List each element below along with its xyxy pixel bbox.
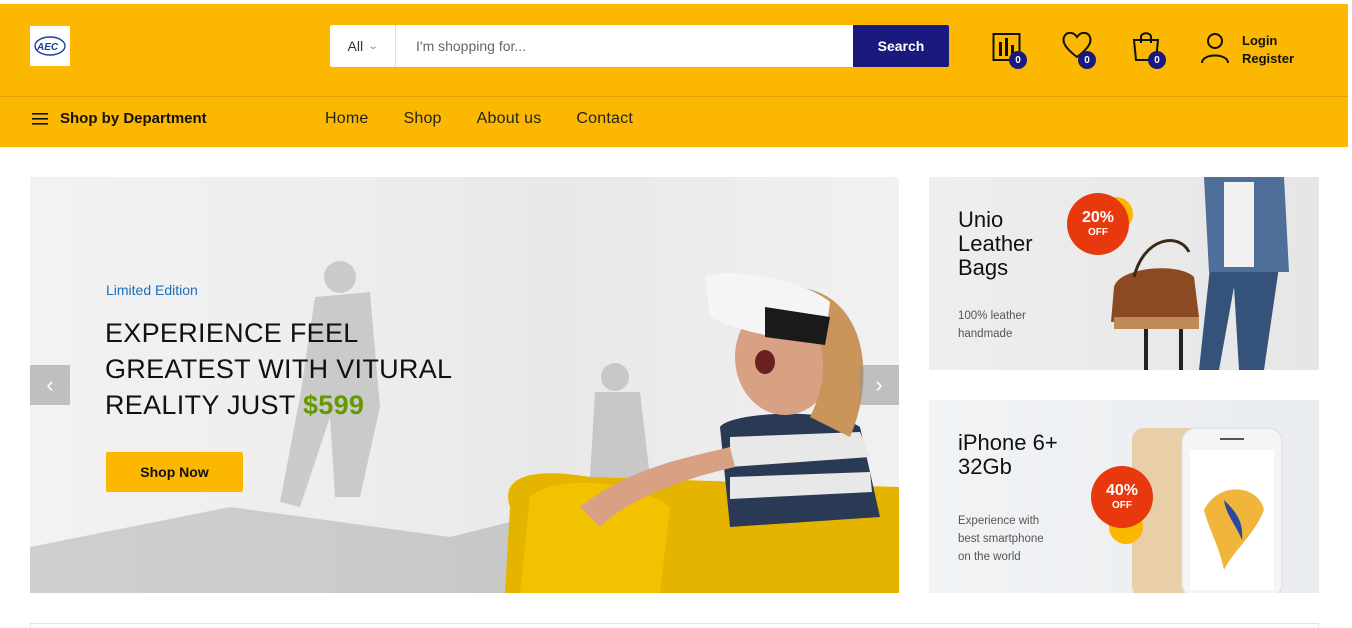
promo-banner-leather-bags[interactable]: 20% OFF Unio Leather Bags 100% leather h…	[929, 177, 1319, 370]
promo-title: iPhone 6+ 32Gb	[958, 431, 1058, 479]
chevron-right-icon: ›	[875, 372, 883, 397]
promo-desc-line-2: handmade	[958, 328, 1013, 340]
main-menu: Home Shop About us Contact	[325, 110, 633, 128]
nav-item-shop[interactable]: Shop	[403, 110, 441, 128]
hero-tag: Limited Edition	[106, 282, 198, 298]
hero-title-line-1: EXPERIENCE FEEL	[105, 318, 359, 348]
hero-title: EXPERIENCE FEEL GREATEST WITH VITURAL RE…	[105, 315, 485, 423]
search-input[interactable]	[396, 25, 853, 67]
search-category-value: All	[347, 38, 364, 54]
cart-count-badge: 0	[1148, 51, 1166, 69]
promo-desc-line-1: 100% leather	[958, 310, 1026, 322]
nav-item-contact[interactable]: Contact	[576, 110, 633, 128]
nav-item-about-us[interactable]: About us	[477, 110, 542, 128]
logo-mark-icon: AEC	[34, 36, 66, 56]
hero-price: $599	[302, 390, 365, 420]
page-gutter	[1348, 0, 1352, 628]
compare-count-badge: 0	[1009, 51, 1027, 69]
slider-prev-button[interactable]: ‹	[30, 365, 70, 405]
promo-desc-line-1: Experience with	[958, 515, 1040, 527]
account-area: Login Register	[1200, 32, 1294, 68]
promo-desc-line-2: best smartphone	[958, 533, 1044, 545]
search-bar: All ⌄ Search	[330, 25, 949, 67]
leather-bag-image	[1111, 177, 1289, 370]
account-links: Login Register	[1242, 32, 1294, 68]
promo-title: Unio Leather Bags	[958, 208, 1033, 280]
discount-badge: 40% OFF	[1091, 466, 1153, 528]
register-link[interactable]: Register	[1242, 50, 1294, 68]
search-button[interactable]: Search	[853, 25, 949, 67]
chevron-left-icon: ‹	[46, 372, 54, 397]
logo-text: AEC	[36, 42, 59, 53]
discount-badge: 20% OFF	[1067, 193, 1129, 255]
hero-slider: Limited Edition EXPERIENCE FEEL GREATEST…	[30, 177, 899, 593]
hamburger-menu-icon	[32, 112, 48, 125]
promo-banner-iphone[interactable]: 40% OFF iPhone 6+ 32Gb Experience with b…	[929, 400, 1319, 593]
discount-percent: 40%	[1105, 482, 1139, 499]
user-icon[interactable]	[1200, 32, 1230, 64]
hero-title-line-3: REALITY JUST	[105, 390, 296, 420]
hero-title-line-2: GREATEST WITH VITURAL	[105, 354, 453, 384]
nav-item-home[interactable]: Home	[325, 110, 368, 128]
cart-button[interactable]: 0	[1131, 30, 1167, 70]
shop-now-button[interactable]: Shop Now	[106, 452, 243, 492]
compare-button[interactable]: 0	[992, 30, 1028, 70]
promo-title-line-2: 32Gb	[958, 454, 1012, 479]
promo-desc-line-3: on the world	[958, 551, 1021, 563]
discount-percent: 20%	[1081, 209, 1115, 226]
discount-off-label: OFF	[1088, 227, 1108, 238]
promo-title-line-2: Leather	[958, 231, 1033, 256]
discount-off-label: OFF	[1112, 500, 1132, 511]
shop-by-department-button[interactable]: Shop by Department	[32, 110, 207, 127]
site-logo[interactable]: AEC	[30, 26, 70, 66]
wishlist-count-badge: 0	[1078, 51, 1096, 69]
login-link[interactable]: Login	[1242, 32, 1294, 50]
content-section-border	[30, 623, 1319, 628]
wishlist-button[interactable]: 0	[1061, 30, 1097, 70]
slider-next-button[interactable]: ›	[859, 365, 899, 405]
promo-description: Experience with best smartphone on the w…	[958, 512, 1044, 566]
search-category-select[interactable]: All ⌄	[330, 25, 396, 67]
promo-title-line-1: iPhone 6+	[958, 430, 1058, 455]
department-label: Shop by Department	[60, 110, 207, 127]
promo-description: 100% leather handmade	[958, 307, 1026, 343]
promo-title-line-3: Bags	[958, 255, 1009, 280]
chevron-down-icon: ⌄	[367, 40, 379, 52]
promo-title-line-1: Unio	[958, 207, 1004, 232]
